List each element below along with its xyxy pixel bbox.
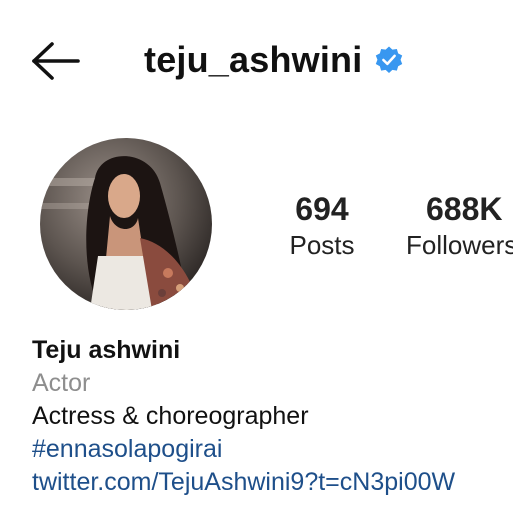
back-button[interactable] xyxy=(28,40,84,82)
bio-category: Actor xyxy=(32,369,91,397)
bio-name: Teju ashwini xyxy=(32,336,181,364)
username-row: teju_ashwini xyxy=(144,34,404,86)
bio-hashtag-link[interactable]: #ennasolapogirai xyxy=(32,433,513,466)
profile-page: teju_ashwini 694 Posts 688K Followers Te… xyxy=(0,0,513,523)
verified-badge-icon xyxy=(376,46,403,74)
posts-count: 694 xyxy=(295,191,349,227)
posts-label: Posts xyxy=(289,230,355,260)
bio-external-link[interactable]: twitter.com/TejuAshwini9?t=cN3pi00W xyxy=(32,466,513,499)
followers-label: Followers xyxy=(406,230,513,260)
followers-count: 688K xyxy=(426,191,503,227)
posts-stat[interactable]: 694 Posts xyxy=(270,190,374,262)
arrow-left-icon xyxy=(32,42,80,80)
username: teju_ashwini xyxy=(144,39,363,80)
avatar[interactable] xyxy=(40,138,212,310)
bio-text: Actress & choreographer xyxy=(32,402,309,430)
profile-photo xyxy=(40,138,212,310)
profile-header: teju_ashwini xyxy=(0,30,513,90)
profile-bio: Teju ashwini Actor Actress & choreograph… xyxy=(32,334,513,499)
followers-stat[interactable]: 688K Followers xyxy=(406,190,513,262)
